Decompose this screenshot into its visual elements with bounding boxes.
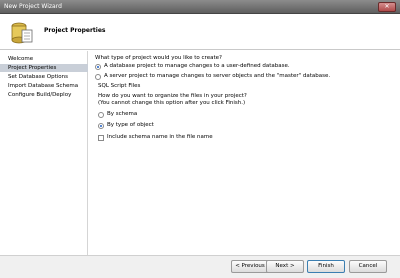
- by-type-radio[interactable]: [98, 123, 104, 129]
- project-type-question: What type of project would you like to c…: [95, 55, 222, 61]
- project-properties-panel: What type of project would you like to c…: [89, 51, 400, 255]
- step-import-schema[interactable]: Import Database Schema: [0, 82, 88, 90]
- step-database-options[interactable]: Set Database Options: [0, 73, 88, 81]
- server-project-label[interactable]: A server project to manage changes to se…: [104, 73, 330, 80]
- page-heading: Project Properties: [44, 27, 106, 34]
- project-icon: [11, 22, 33, 44]
- step-welcome[interactable]: Welcome: [0, 55, 88, 63]
- next-button[interactable]: Next >: [266, 260, 304, 273]
- finish-button[interactable]: Finish: [307, 260, 345, 273]
- include-schema-label[interactable]: Include schema name in the file name: [107, 134, 213, 141]
- by-schema-label[interactable]: By schema: [107, 111, 137, 118]
- organize-note: (You cannot change this option after you…: [98, 100, 246, 106]
- sql-script-files-heading: SQL Script Files: [98, 83, 141, 89]
- window-title: New Project Wizard: [4, 3, 62, 10]
- step-project-properties[interactable]: Project Properties: [0, 64, 88, 72]
- database-project-label[interactable]: A database project to manage changes to …: [104, 63, 290, 70]
- cancel-button[interactable]: Cancel: [349, 260, 387, 273]
- previous-button[interactable]: < Previous: [231, 260, 269, 273]
- close-button[interactable]: ✕: [378, 2, 396, 12]
- wizard-banner: Project Properties: [0, 14, 400, 50]
- step-build-deploy[interactable]: Configure Build/Deploy: [0, 91, 88, 99]
- organize-question: How do you want to organize the files in…: [98, 93, 247, 99]
- title-bar: New Project Wizard ✕: [0, 0, 400, 14]
- database-project-radio[interactable]: [95, 64, 101, 70]
- wizard-steps: Welcome Project Properties Set Database …: [0, 51, 88, 255]
- by-schema-radio[interactable]: [98, 112, 104, 118]
- include-schema-checkbox[interactable]: [98, 135, 104, 141]
- server-project-radio[interactable]: [95, 74, 101, 80]
- wizard-button-bar: < Previous Next > Finish Cancel: [0, 255, 400, 278]
- by-type-label[interactable]: By type of object: [107, 122, 154, 129]
